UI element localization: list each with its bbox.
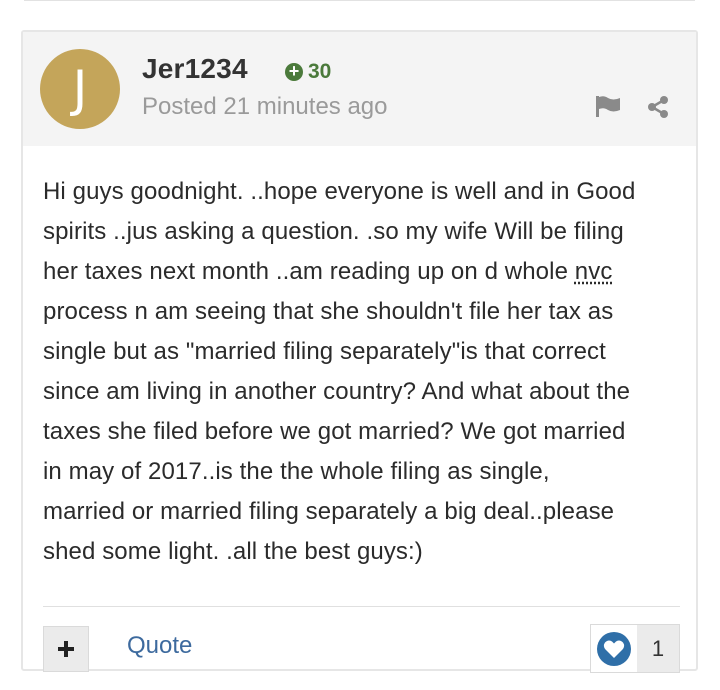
post-line: single but as "married filing separately… — [43, 338, 606, 365]
like-button[interactable] — [591, 625, 637, 672]
quote-button[interactable]: Quote — [127, 632, 192, 660]
share-icon[interactable] — [646, 95, 670, 119]
post-line: Hi guys goodnight. ..hope everyone is we… — [43, 178, 636, 205]
post-line: married or married filing separately a b… — [43, 498, 615, 525]
author-username[interactable]: Jer1234 — [142, 53, 248, 85]
post-line-text: her taxes next month ..am reading up on … — [43, 258, 575, 285]
forum-post-card: J Jer1234 + 30 Posted 21 minutes ago Hi … — [21, 30, 698, 673]
plus-circle-icon: + — [285, 62, 303, 81]
plus-icon — [58, 641, 74, 657]
post-line: spirits ..jus asking a question. .so my … — [43, 218, 624, 245]
reaction-box: 1 — [590, 624, 680, 673]
flag-icon[interactable] — [595, 95, 621, 117]
top-divider — [24, 0, 695, 1]
footer-divider — [43, 606, 680, 607]
post-line: since am living in another country? And … — [43, 378, 631, 405]
post-header: J Jer1234 + 30 Posted 21 minutes ago — [23, 32, 696, 146]
heart-icon — [597, 631, 631, 666]
post-line: in may of 2017..is the the whole filing … — [43, 458, 550, 485]
avatar[interactable]: J — [40, 49, 120, 129]
post-line: her taxes next month ..am reading up on … — [43, 252, 683, 292]
post-line: process n am seeing that she shouldn't f… — [43, 298, 614, 325]
post-line: taxes she filed before we got married? W… — [43, 418, 626, 445]
reaction-count[interactable]: 1 — [637, 625, 679, 672]
post-line: shed some light. .all the best guys:) — [43, 538, 423, 565]
multiquote-add-button[interactable] — [43, 626, 89, 672]
abbr-nvc[interactable]: nvc — [575, 258, 613, 285]
reputation-badge[interactable]: + 30 — [285, 60, 331, 84]
posted-timestamp[interactable]: Posted 21 minutes ago — [142, 93, 388, 121]
reputation-count: 30 — [308, 60, 332, 83]
post-body: Hi guys goodnight. ..hope everyone is we… — [43, 172, 683, 572]
